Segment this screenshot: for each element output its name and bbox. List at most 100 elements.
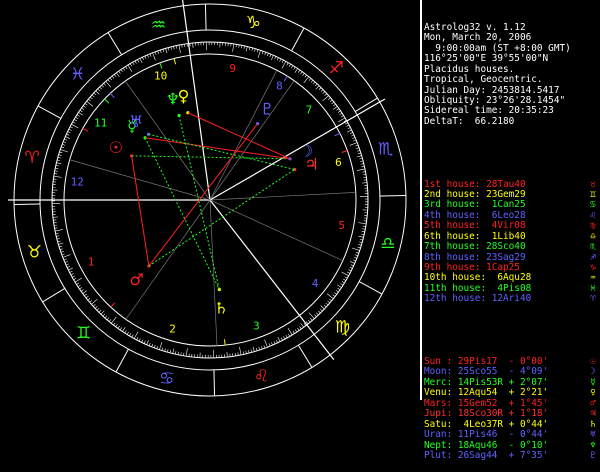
degree-tick bbox=[90, 300, 92, 302]
degree-tick bbox=[304, 77, 309, 83]
degree-tick bbox=[286, 335, 287, 338]
degree-tick bbox=[65, 137, 70, 139]
degree-tick bbox=[341, 116, 344, 118]
degree-tick bbox=[282, 61, 286, 68]
degree-tick bbox=[258, 50, 261, 58]
degree-tick bbox=[97, 308, 99, 310]
degree-tick bbox=[65, 261, 68, 262]
degree-tick bbox=[295, 330, 297, 333]
degree-tick bbox=[175, 351, 176, 354]
degree-tick bbox=[265, 52, 266, 55]
degree-tick bbox=[354, 257, 357, 258]
degree-tick bbox=[109, 319, 111, 321]
sign-boundary bbox=[116, 349, 128, 372]
degree-tick bbox=[90, 97, 92, 99]
degree-tick bbox=[251, 349, 252, 352]
degree-tick bbox=[130, 64, 132, 67]
sign-boundary bbox=[205, 4, 206, 30]
degree-tick bbox=[122, 327, 125, 331]
degree-tick bbox=[314, 315, 316, 317]
planet-glyph-icon: ♆ bbox=[586, 441, 600, 451]
degree-tick bbox=[53, 217, 58, 218]
degree-tick bbox=[275, 56, 276, 59]
planet-marker bbox=[342, 150, 348, 152]
planet-row: Mars: 15Gem52 + 1°45'♂ bbox=[424, 399, 600, 409]
degree-tick bbox=[113, 323, 115, 325]
house-number-label: 1 bbox=[88, 256, 95, 269]
house-text: 12th house: 12Ari40 bbox=[424, 294, 586, 304]
degree-tick bbox=[287, 63, 288, 66]
sign-boundary bbox=[359, 282, 382, 294]
degree-tick bbox=[76, 117, 79, 119]
degree-tick bbox=[104, 83, 106, 85]
degree-tick bbox=[323, 96, 329, 101]
planet-glyph-icon: ♃ bbox=[586, 409, 600, 419]
planet-glyph-icon: ♂ bbox=[586, 399, 600, 409]
degree-tick bbox=[142, 340, 143, 343]
house-cusp-line bbox=[210, 200, 343, 261]
degree-tick bbox=[173, 349, 174, 354]
degree-tick bbox=[147, 340, 149, 345]
degree-tick bbox=[276, 340, 277, 343]
degree-tick bbox=[56, 163, 61, 164]
degree-tick bbox=[83, 106, 85, 108]
degree-tick bbox=[267, 53, 268, 56]
planet-row: Uran: 11Pis46 - 0°44'♅ bbox=[424, 430, 600, 440]
degree-tick bbox=[261, 346, 262, 349]
degree-tick bbox=[178, 352, 179, 355]
degree-tick bbox=[59, 246, 62, 247]
degree-tick bbox=[363, 226, 366, 227]
degree-tick bbox=[88, 99, 90, 101]
degree-tick bbox=[58, 241, 61, 242]
house-number-label: 4 bbox=[312, 277, 319, 290]
degree-tick bbox=[147, 55, 148, 58]
degree-tick bbox=[66, 264, 69, 265]
house-number-label: 6 bbox=[335, 156, 342, 169]
degree-tick bbox=[334, 293, 336, 295]
degree-tick bbox=[179, 45, 181, 53]
degree-tick bbox=[321, 306, 325, 309]
degree-tick bbox=[55, 229, 63, 231]
degree-tick bbox=[293, 331, 295, 334]
degree-tick bbox=[80, 110, 82, 112]
degree-tick bbox=[336, 109, 338, 111]
planet-text: Mars: 15Gem52 + 1°45' bbox=[424, 399, 586, 409]
degree-tick bbox=[308, 320, 310, 322]
degree-tick bbox=[357, 156, 362, 157]
degree-tick bbox=[63, 255, 70, 258]
planet-text: Nept: 18Aqu46 - 0°10' bbox=[424, 441, 586, 451]
degree-tick bbox=[120, 327, 122, 329]
degree-tick bbox=[55, 171, 58, 172]
degree-tick bbox=[351, 135, 354, 136]
degree-tick bbox=[72, 276, 75, 277]
degree-tick bbox=[294, 67, 296, 70]
degree-tick bbox=[337, 288, 339, 290]
planet-marker bbox=[83, 128, 88, 131]
degree-tick bbox=[60, 149, 68, 152]
aspect-line bbox=[132, 156, 149, 266]
degree-tick bbox=[264, 345, 265, 348]
degree-tick bbox=[269, 343, 270, 346]
degree-tick bbox=[107, 318, 109, 320]
degree-tick bbox=[153, 53, 156, 60]
degree-tick bbox=[270, 54, 271, 57]
degree-tick bbox=[352, 137, 355, 138]
zodiac-sign-glyph-icon: ♈ bbox=[25, 148, 40, 168]
planet-marker bbox=[334, 133, 339, 136]
degree-tick bbox=[281, 338, 282, 341]
degree-tick bbox=[176, 46, 177, 49]
planet-glyph-icon: ♇ bbox=[260, 99, 274, 118]
house-number-label: 12 bbox=[71, 175, 84, 188]
planet-marker bbox=[111, 303, 115, 307]
degree-tick bbox=[271, 342, 272, 345]
degree-tick bbox=[361, 164, 364, 165]
degree-tick bbox=[355, 145, 358, 146]
degree-tick bbox=[91, 299, 97, 304]
degree-tick bbox=[170, 350, 171, 353]
degree-tick bbox=[347, 130, 351, 132]
sign-boundary bbox=[43, 288, 65, 302]
degree-tick bbox=[70, 271, 73, 272]
degree-tick bbox=[313, 82, 315, 84]
degree-tick bbox=[345, 277, 348, 278]
degree-tick bbox=[59, 155, 62, 156]
